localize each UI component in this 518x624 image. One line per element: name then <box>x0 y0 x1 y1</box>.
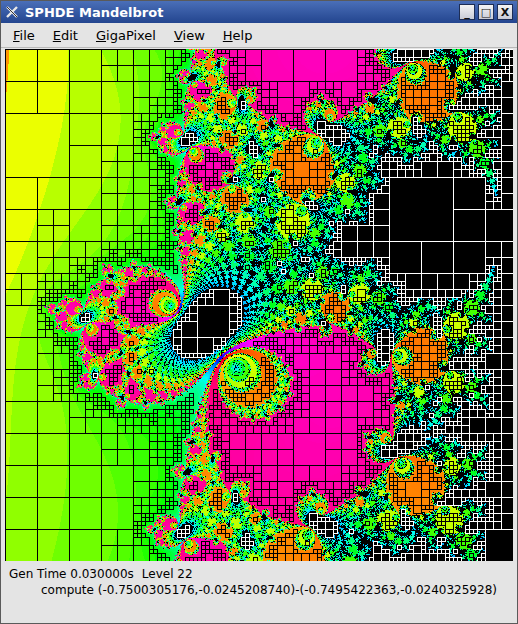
menu-item[interactable]: GigaPixel <box>96 28 156 43</box>
menu-item[interactable]: Help <box>223 28 253 43</box>
fractal-canvas[interactable] <box>5 49 513 561</box>
window-control-button[interactable]: □ <box>478 4 494 20</box>
window-controls: _□X <box>459 4 513 20</box>
app-icon <box>5 5 19 19</box>
gen-time: Gen Time 0.030000s <box>9 567 134 581</box>
menu-item[interactable]: View <box>174 28 205 43</box>
compute-range: compute (-0.7500305176,-0.0245208740)-(-… <box>41 583 497 597</box>
level: Level 22 <box>142 567 193 581</box>
title-bar[interactable]: SPHDE Mandelbrot _□X <box>1 1 517 23</box>
window-title: SPHDE Mandelbrot <box>25 5 453 20</box>
menu-item[interactable]: File <box>13 28 35 43</box>
window-control-button[interactable]: X <box>497 4 513 20</box>
app-window: SPHDE Mandelbrot _□X File Edit GigaPixel View… <box>0 0 518 624</box>
status-row: compute (-0.7500305176,-0.0245208740)-(-… <box>9 583 509 597</box>
status-bar: Gen Time 0.030000s Level 22 compute (-0.75… <box>1 563 517 623</box>
menu-item[interactable]: Edit <box>53 28 78 43</box>
window-control-button[interactable]: _ <box>459 4 475 20</box>
canvas-area <box>1 48 517 563</box>
menu-bar: File Edit GigaPixel View Help <box>1 23 517 48</box>
status-row: Gen Time 0.030000s Level 22 <box>9 567 509 581</box>
